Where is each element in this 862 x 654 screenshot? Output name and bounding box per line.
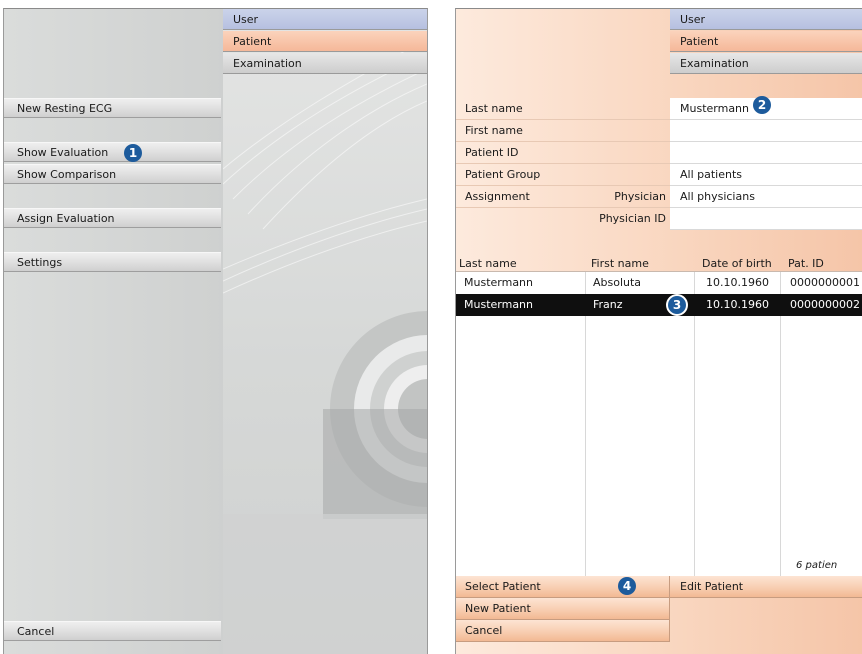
- cell-last-name: Mustermann: [464, 298, 534, 311]
- patient-table: Mustermann Absoluta 10.10.1960 000000000…: [456, 271, 862, 578]
- select-patient-button[interactable]: Select Patient: [456, 576, 670, 598]
- cancel-button[interactable]: Cancel: [4, 621, 221, 641]
- patient-count-status: 6 patien: [796, 560, 838, 571]
- tab-examination[interactable]: Examination: [670, 53, 862, 74]
- show-comparison-button[interactable]: Show Comparison: [4, 164, 221, 184]
- callout-badge-1: 1: [124, 144, 142, 162]
- physician-id-field[interactable]: [670, 208, 862, 230]
- table-row-selected[interactable]: Mustermann Franz 10.10.1960 0000000002: [456, 294, 862, 316]
- cell-last-name: Mustermann: [464, 276, 534, 289]
- cell-first-name: Franz: [593, 298, 623, 311]
- tab-user[interactable]: User: [670, 9, 862, 30]
- cell-date-of-birth: 10.10.1960: [706, 276, 769, 289]
- settings-button[interactable]: Settings: [4, 252, 221, 272]
- table-row[interactable]: Mustermann Absoluta 10.10.1960 000000000…: [456, 272, 862, 294]
- new-patient-button[interactable]: New Patient: [456, 598, 670, 620]
- physician-id-label: Physician ID: [599, 212, 666, 225]
- new-resting-ecg-button[interactable]: New Resting ECG: [4, 98, 221, 118]
- show-evaluation-button[interactable]: Show Evaluation: [4, 142, 221, 162]
- cell-pat-id: 0000000001: [790, 276, 860, 289]
- tab-patient[interactable]: Patient: [670, 31, 862, 52]
- background-decoration: [223, 9, 427, 654]
- callout-badge-2: 2: [753, 96, 771, 114]
- callout-badge-3: 3: [668, 296, 686, 314]
- first-name-field[interactable]: [670, 120, 862, 142]
- tab-examination[interactable]: Examination: [223, 53, 427, 74]
- first-name-label: First name: [456, 120, 670, 142]
- edit-patient-button[interactable]: Edit Patient: [670, 576, 862, 598]
- decorative-lines-graphic: [223, 38, 427, 654]
- tab-user[interactable]: User: [223, 9, 427, 30]
- callout-badge-4: 4: [618, 577, 636, 595]
- patient-selection-panel: User Patient Examination Last name Muste…: [455, 8, 862, 654]
- patient-id-label: Patient ID: [456, 142, 670, 164]
- patient-id-field[interactable]: [670, 142, 862, 164]
- disc-graphic: [323, 311, 427, 519]
- physician-sublabel: Physician: [614, 190, 666, 203]
- assign-evaluation-button[interactable]: Assign Evaluation: [4, 208, 221, 228]
- patient-group-select[interactable]: All patients: [670, 164, 862, 186]
- main-menu-panel: User Patient Examination New Resting ECG…: [3, 8, 428, 654]
- tab-patient[interactable]: Patient: [223, 31, 427, 52]
- physician-select[interactable]: All physicians: [670, 186, 862, 208]
- cell-date-of-birth: 10.10.1960: [706, 298, 769, 311]
- cell-first-name: Absoluta: [593, 276, 642, 289]
- column-divider: [780, 272, 781, 578]
- column-divider: [585, 272, 586, 578]
- last-name-label: Last name: [456, 98, 670, 120]
- column-divider: [694, 272, 695, 578]
- cancel-button[interactable]: Cancel: [456, 620, 670, 642]
- cell-pat-id: 0000000002: [790, 298, 860, 311]
- patient-group-label: Patient Group: [456, 164, 670, 186]
